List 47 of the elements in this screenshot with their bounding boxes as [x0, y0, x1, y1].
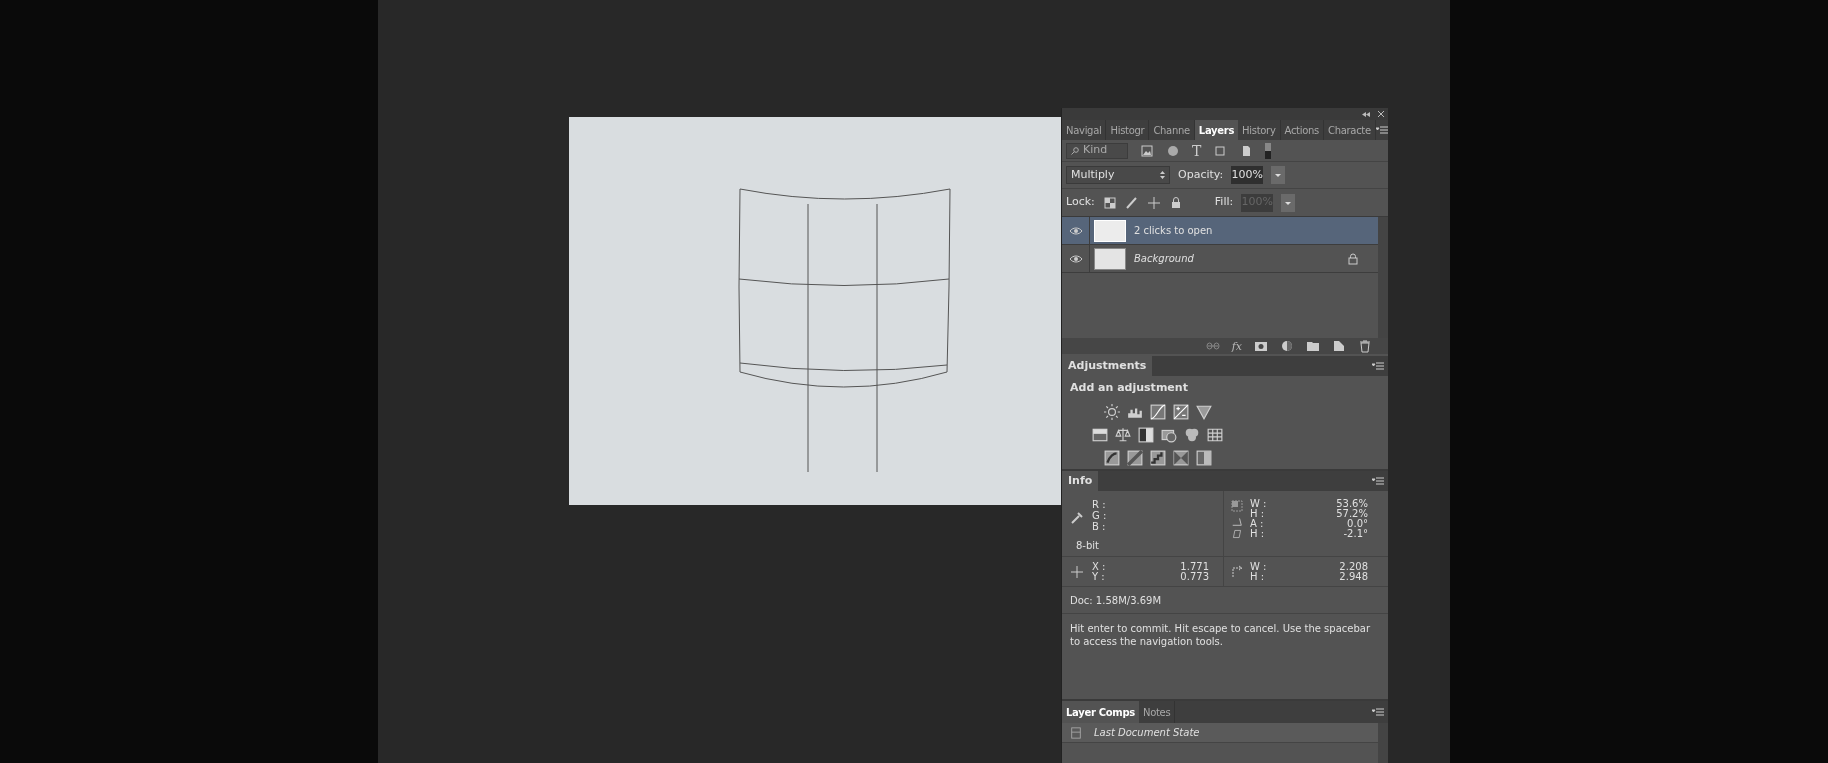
info-value: 0.0° [1347, 519, 1368, 529]
layer-name: 2 clicks to open [1134, 224, 1213, 238]
info-value: 2.948 [1339, 571, 1368, 582]
opacity-label: Opacity: [1178, 166, 1224, 183]
doc-size: Doc: 1.58M/3.69M [1070, 593, 1162, 608]
type-filter-icon[interactable]: T [1192, 143, 1202, 158]
info-label: W : [1250, 499, 1267, 509]
lock-label: Lock: [1066, 194, 1095, 211]
status-message: Hit enter to commit. Hit escape to cancel. Use the spacebar to access the navigation tools. [1070, 622, 1372, 648]
info-label: H : [1250, 571, 1265, 582]
panel-tab[interactable]: Histogr [1106, 120, 1150, 140]
info-label: H : [1250, 529, 1265, 539]
layer-row[interactable]: Background [1062, 245, 1378, 273]
info-value: 2.208 [1339, 561, 1368, 572]
info-label: R : [1092, 499, 1107, 510]
panel-tab[interactable]: Navigal [1062, 120, 1107, 140]
bit-depth: 8-bit [1076, 540, 1101, 551]
layer-row[interactable]: 2 clicks to open [1062, 217, 1378, 245]
info-label: W : [1250, 561, 1267, 572]
panel-tab[interactable]: History [1238, 120, 1281, 140]
layer-name: Background [1134, 252, 1194, 266]
info-label: A : [1250, 519, 1264, 529]
panel-title: Info [1062, 471, 1099, 491]
layer-comp-row[interactable]: Last Document State [1062, 723, 1378, 743]
layer-comp-name: Last Document State [1094, 726, 1200, 740]
info-value: 0.773 [1180, 571, 1209, 582]
panel-title: Adjustments [1062, 356, 1153, 376]
fill-label: Fill: [1214, 194, 1234, 211]
section-heading: Add an adjustment [1069, 380, 1189, 396]
info-value: 53.6% [1336, 499, 1368, 509]
info-value: 1.771 [1180, 561, 1209, 572]
panel-tab[interactable]: Layer Comps [1062, 701, 1139, 723]
opacity-field[interactable]: 100% [1231, 166, 1264, 184]
info-label: X : [1092, 561, 1106, 572]
panel-tab[interactable]: Actions [1280, 120, 1324, 140]
blend-mode-dropdown[interactable]: Multiply [1066, 166, 1170, 184]
info-value: -2.1° [1343, 529, 1368, 539]
info-label: Y : [1092, 571, 1105, 582]
fx-icon[interactable]: fx [1231, 340, 1242, 352]
info-value: 57.2% [1336, 509, 1368, 519]
panel-tab[interactable]: Layers [1194, 120, 1239, 140]
panel-tab[interactable]: Channe [1149, 120, 1195, 140]
info-label: H : [1250, 509, 1265, 519]
info-label: G : [1092, 510, 1107, 521]
info-label: B : [1092, 521, 1107, 532]
kind-filter-dropdown[interactable]: Kind [1066, 142, 1128, 159]
panel-tab[interactable]: Characte [1324, 120, 1376, 140]
